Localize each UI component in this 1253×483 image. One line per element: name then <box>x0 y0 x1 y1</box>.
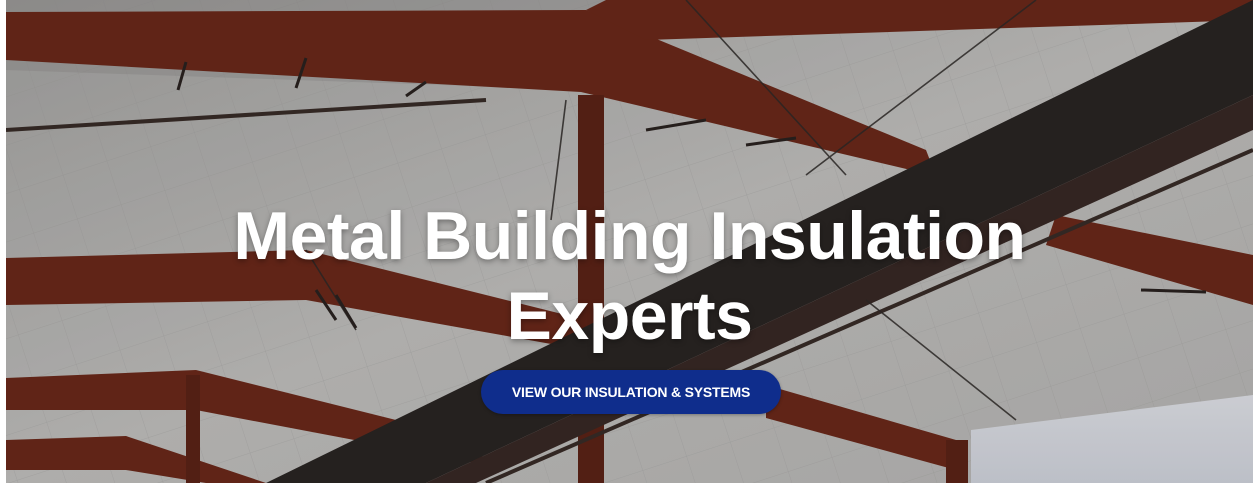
hero-title-line2: Experts <box>506 278 753 354</box>
hero-title-line1: Metal Building Insulation <box>233 198 1026 274</box>
hero-banner: Metal Building Insulation Experts VIEW O… <box>6 0 1253 483</box>
view-insulation-systems-button[interactable]: VIEW OUR INSULATION & SYSTEMS <box>481 370 781 414</box>
hero-title: Metal Building Insulation Experts <box>6 196 1253 356</box>
